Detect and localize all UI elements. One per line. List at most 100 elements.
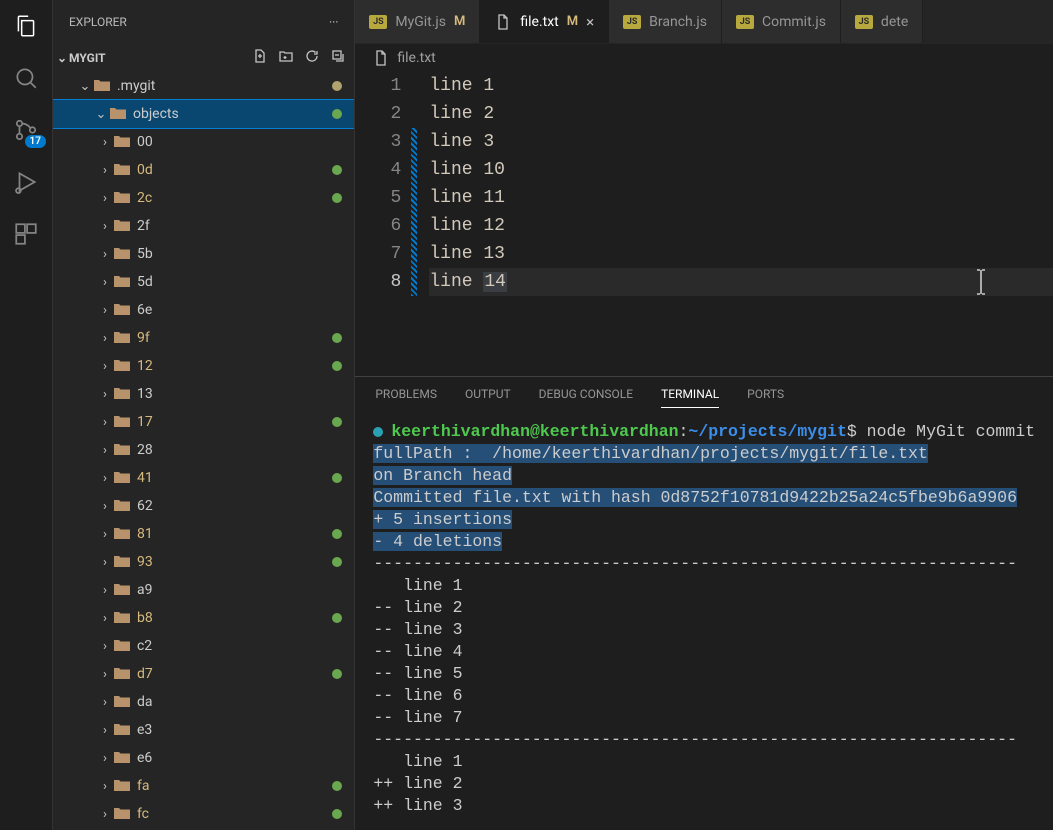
project-root-header[interactable]: ⌄ MYGIT — [53, 44, 354, 72]
tree-item-label: 0d — [137, 162, 332, 178]
tree-item-00[interactable]: ›00 — [53, 128, 354, 156]
tree-item-fc[interactable]: ›fc — [53, 800, 354, 828]
code-content[interactable]: line 1line 2line 3line 10line 11line 12l… — [417, 72, 1053, 376]
tab-label: file.txt — [520, 14, 558, 30]
close-icon[interactable]: × — [586, 13, 594, 31]
chevron-icon: › — [97, 191, 113, 206]
tree-item-a9[interactable]: ›a9 — [53, 576, 354, 604]
tree-item-label: 41 — [137, 470, 332, 486]
chevron-icon: › — [97, 275, 113, 290]
tab-Branch.js[interactable]: JSBranch.js — [609, 0, 722, 43]
tree-item-label: 6e — [137, 302, 342, 318]
status-dot — [332, 333, 342, 343]
tab-dete[interactable]: JSdete — [841, 0, 923, 43]
tree-item-62[interactable]: ›62 — [53, 492, 354, 520]
collapse-all-icon[interactable] — [330, 48, 346, 68]
js-icon: JS — [855, 15, 873, 29]
tree-item-13[interactable]: ›13 — [53, 380, 354, 408]
tree-item-d7[interactable]: ›d7 — [53, 660, 354, 688]
tree-item-0d[interactable]: › 0d — [53, 156, 354, 184]
tab-Commit.js[interactable]: JSCommit.js — [722, 0, 841, 43]
terminal-output[interactable]: keerthivardhan@keerthivardhan:~/projects… — [355, 417, 1053, 830]
chevron-icon: › — [97, 639, 113, 654]
terminal-path: ~/projects/mygit — [688, 421, 846, 443]
tree-item-6e[interactable]: › 6e — [53, 296, 354, 324]
tree-item-2c[interactable]: ›2c — [53, 184, 354, 212]
folder-icon — [113, 694, 131, 710]
code-line[interactable]: line 2 — [429, 100, 1053, 128]
explorer-icon[interactable] — [12, 12, 40, 40]
tab-file.txt[interactable]: file.txtM× — [480, 0, 609, 43]
chevron-icon: › — [97, 163, 113, 178]
new-folder-icon[interactable] — [278, 48, 294, 68]
chevron-down-icon: ⌄ — [57, 51, 67, 65]
code-line[interactable]: line 13 — [429, 240, 1053, 268]
breadcrumb-file: file.txt — [397, 50, 435, 66]
code-editor[interactable]: 12345678 line 1line 2line 3line 10line 1… — [355, 72, 1053, 376]
tree-item-e3[interactable]: ›e3 — [53, 716, 354, 744]
run-debug-icon[interactable] — [12, 168, 40, 196]
tree-item-41[interactable]: › 41 — [53, 464, 354, 492]
code-line[interactable]: line 10 — [429, 156, 1053, 184]
tree-item-label: b8 — [137, 610, 332, 626]
new-file-icon[interactable] — [252, 48, 268, 68]
tree-item-93[interactable]: ›93 — [53, 548, 354, 576]
folder-icon — [113, 778, 131, 794]
breadcrumb[interactable]: file.txt — [355, 44, 1053, 72]
panel-tab-problems[interactable]: PROBLEMS — [375, 387, 437, 407]
extensions-icon[interactable] — [12, 220, 40, 248]
source-control-icon[interactable]: 17 — [12, 116, 40, 144]
code-line[interactable]: line 12 — [429, 212, 1053, 240]
tree-item-e6[interactable]: ›e6 — [53, 744, 354, 772]
tree-item-12[interactable]: ›12 — [53, 352, 354, 380]
tree-item-2f[interactable]: ›2f — [53, 212, 354, 240]
tree-item-objects[interactable]: ⌄objects — [53, 100, 354, 128]
tree-item-28[interactable]: ›28 — [53, 436, 354, 464]
tree-item-b8[interactable]: ›b8 — [53, 604, 354, 632]
editor-area: JSMyGit.jsMfile.txtM×JSBranch.jsJSCommit… — [355, 0, 1053, 830]
panel-tab-ports[interactable]: PORTS — [747, 387, 784, 407]
folder-icon — [109, 106, 127, 122]
bottom-panel: PROBLEMS OUTPUT DEBUG CONSOLE TERMINAL PORTS… — [355, 376, 1053, 830]
refresh-icon[interactable] — [304, 48, 320, 68]
status-dot — [332, 781, 342, 791]
chevron-icon: › — [97, 527, 113, 542]
folder-icon — [113, 330, 131, 346]
folder-icon — [113, 162, 131, 178]
status-dot — [332, 473, 342, 483]
text-cursor-icon — [971, 268, 991, 304]
tab-MyGit.js[interactable]: JSMyGit.jsM — [355, 0, 480, 43]
panel-tab-terminal[interactable]: TERMINAL — [661, 387, 719, 408]
chevron-icon: › — [97, 555, 113, 570]
tree-item-5d[interactable]: ›5d — [53, 268, 354, 296]
search-icon[interactable] — [12, 64, 40, 92]
tree-item-label: 9f — [137, 330, 332, 346]
chevron-icon: › — [97, 751, 113, 766]
code-line[interactable]: line 1 — [429, 72, 1053, 100]
folder-icon — [113, 302, 131, 318]
panel-tab-debug-console[interactable]: DEBUG CONSOLE — [539, 387, 633, 407]
tree-item-.mygit[interactable]: ⌄.mygit — [53, 72, 354, 100]
status-dot — [332, 529, 342, 539]
tree-item-9f[interactable]: ›9f — [53, 324, 354, 352]
chevron-icon: › — [97, 443, 113, 458]
tree-item-label: d7 — [137, 666, 332, 682]
chevron-icon: › — [97, 303, 113, 318]
more-icon[interactable]: ··· — [329, 15, 338, 29]
chevron-icon: › — [97, 247, 113, 262]
project-root-label: MYGIT — [69, 51, 106, 65]
tree-item-5b[interactable]: ›5b — [53, 240, 354, 268]
code-line[interactable]: line 11 — [429, 184, 1053, 212]
status-dot — [332, 361, 342, 371]
tree-item-fa[interactable]: ›fa — [53, 772, 354, 800]
js-icon: JS — [736, 15, 754, 29]
tree-item-17[interactable]: ›17 — [53, 408, 354, 436]
code-line[interactable]: line 3 — [429, 128, 1053, 156]
tree-item-c2[interactable]: ›c2 — [53, 632, 354, 660]
tree-item-81[interactable]: ›81 — [53, 520, 354, 548]
tree-item-da[interactable]: ›da — [53, 688, 354, 716]
panel-tab-output[interactable]: OUTPUT — [465, 387, 511, 407]
chevron-icon: › — [97, 471, 113, 486]
code-line[interactable]: line 14 — [429, 268, 1053, 296]
tree-item-label: .mygit — [117, 78, 332, 94]
